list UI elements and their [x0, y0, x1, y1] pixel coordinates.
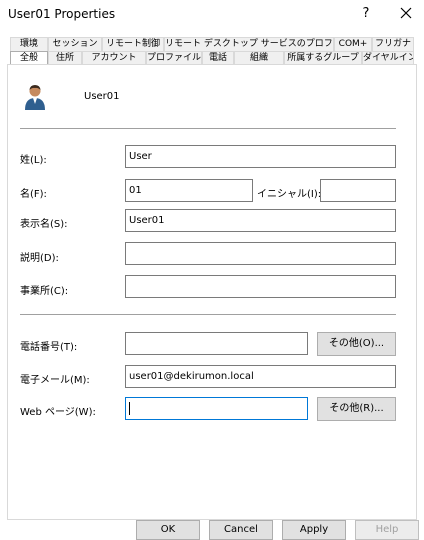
separator-top [20, 128, 396, 129]
office-label: 事業所(C): [20, 286, 69, 297]
tab-organization[interactable]: 組織 [234, 51, 284, 65]
phone-field[interactable] [125, 332, 308, 355]
other-web-button[interactable]: その他(R)... [317, 397, 396, 421]
phone-label: 電話番号(T): [20, 342, 78, 353]
tab-address[interactable]: 住所 [48, 51, 82, 65]
apply-button[interactable]: Apply [282, 520, 346, 540]
tab-general[interactable]: 全般 [10, 51, 48, 65]
text-caret [129, 401, 130, 415]
last-name-label: 姓(L): [20, 155, 47, 166]
tab-dial-in[interactable]: ダイヤルイン [362, 51, 414, 65]
help-title-button[interactable]: ? [356, 2, 376, 26]
tab-profile[interactable]: プロファイル [146, 51, 202, 65]
first-name-field[interactable]: 01 [125, 179, 253, 202]
office-field[interactable] [125, 275, 396, 298]
web-page-label: Web ページ(W): [20, 407, 96, 418]
web-page-field[interactable] [125, 397, 308, 420]
close-icon [400, 7, 412, 19]
first-name-label: 名(F): [20, 189, 47, 200]
email-label: 電子メール(M): [20, 375, 90, 386]
tab-rds-profile[interactable]: リモート デスクトップ サービスのプロファイル [164, 37, 334, 51]
tab-account[interactable]: アカウント [82, 51, 146, 65]
tab-telephones[interactable]: 電話 [202, 51, 234, 65]
user-name: User01 [84, 91, 120, 102]
tab-com-plus[interactable]: COM+ [334, 37, 372, 51]
email-field[interactable]: user01@dekirumon.local [125, 365, 396, 388]
display-name-label: 表示名(S): [20, 219, 68, 230]
cancel-button[interactable]: Cancel [209, 520, 273, 540]
help-button[interactable]: Help [355, 520, 419, 540]
tab-environment[interactable]: 環境 [10, 37, 48, 51]
ok-button[interactable]: OK [136, 520, 200, 540]
close-button[interactable] [394, 2, 418, 26]
tab-row-1: 環境 セッション リモート制御 リモート デスクトップ サービスのプロファイル … [10, 37, 414, 51]
description-label: 説明(D): [20, 253, 59, 264]
initials-field[interactable] [320, 179, 396, 202]
description-field[interactable] [125, 242, 396, 265]
tab-session[interactable]: セッション [48, 37, 102, 51]
display-name-field[interactable]: User01 [125, 209, 396, 232]
other-phone-button[interactable]: その他(O)... [317, 332, 396, 356]
separator-middle [20, 314, 396, 315]
user-avatar-icon [22, 83, 48, 111]
tab-member-of[interactable]: 所属するグループ [284, 51, 362, 65]
title-bar: User01 Properties ? [0, 0, 424, 30]
tab-remote-control[interactable]: リモート制御 [102, 37, 164, 51]
tab-row-2: 全般 住所 アカウント プロファイル 電話 組織 所属するグループ ダイヤルイン [10, 51, 414, 65]
last-name-field[interactable]: User [125, 145, 396, 168]
initials-label: イニシャル(I): [257, 189, 322, 200]
tab-furigana[interactable]: フリガナ [372, 37, 414, 51]
window-title: User01 Properties [8, 7, 116, 21]
